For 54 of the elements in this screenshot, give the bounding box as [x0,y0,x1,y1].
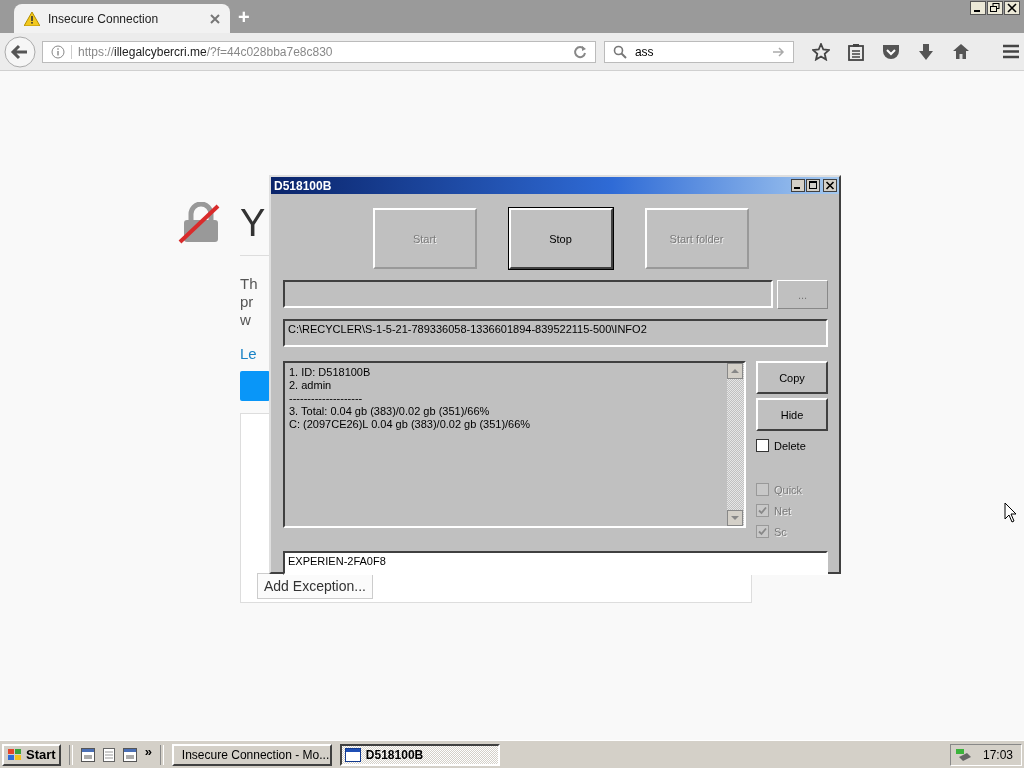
home-icon[interactable] [952,43,970,60]
four-squares-icon [7,747,23,762]
browser-tab[interactable]: Insecure Connection [14,4,230,33]
back-button[interactable] [4,35,36,68]
page-text: w [240,311,251,329]
maximize-icon[interactable] [806,179,820,192]
window-icon [344,746,361,763]
checkbox-icon[interactable] [756,439,769,452]
reload-icon[interactable] [572,44,587,59]
minimize-icon[interactable] [970,1,986,15]
warning-icon [24,11,40,26]
address-field[interactable]: https://illegalcybercri.me/?f=44c028bba7e8c830 [42,40,596,63]
window-icon[interactable] [122,747,137,762]
start-button[interactable]: Start [2,743,61,766]
broken-lock-icon [178,202,222,244]
log-line: C: (2097CE26)L 0.04 gb (383)/0.02 gb (351)/66% [289,418,532,431]
learn-more-link[interactable]: Le [240,345,257,362]
info-icon[interactable] [51,44,65,59]
pocket-icon[interactable] [882,43,900,60]
search-icon [612,44,627,59]
log-line: 1. ID: D518100B [289,366,372,379]
close-icon[interactable] [823,179,837,192]
log-area[interactable]: 1. ID: D518100B 2. admin -------------------- 3. Total: 0.04 gb (383)/0.02 gb (351)/66% C: (2097CE26)L 0.04 gb (383)/0.02 gb (351)/66% [283,361,746,528]
clipboard-icon[interactable] [848,42,864,61]
side-button[interactable]: Copy [756,361,828,394]
clock: 17:03 [982,747,1013,762]
log-line: 2. admin [289,379,333,392]
taskbar-button[interactable]: D518100B [339,743,500,766]
minimize-icon[interactable] [791,179,805,192]
cursor-icon [1004,502,1018,524]
menu-icon[interactable] [1002,44,1020,59]
option-checkbox[interactable]: Delete [756,435,828,456]
restore-icon[interactable] [987,1,1003,15]
star-icon[interactable] [812,42,830,61]
folder-field[interactable] [283,280,773,308]
dialog-title: D518100B [274,178,333,193]
page-text: Th [240,275,258,293]
action-button[interactable]: Stop [508,208,613,269]
page-text: pr [240,293,254,311]
page-title: Y [240,201,266,245]
window-icon[interactable] [80,747,95,762]
add-exception-button[interactable]: Add Exception... [257,573,373,599]
download-icon[interactable] [918,42,934,61]
path-field[interactable]: C:\RECYCLER\S-1-5-21-789336058-1336601894-839522115-500\INFO2 [283,319,828,347]
network-icon[interactable] [954,746,973,763]
notepad-icon[interactable] [102,747,115,762]
log-line: 3. Total: 0.04 gb (383)/0.02 gb (351)/66% [289,405,491,418]
side-button[interactable]: Hide [756,398,828,431]
search-field[interactable]: ass [603,40,794,63]
log-line: -------------------- [289,392,364,405]
name-field[interactable]: EXPERIEN-2FA0F8 [283,551,828,575]
close-icon[interactable] [1004,1,1020,15]
more-button[interactable]: » [144,744,152,759]
taskbar-button[interactable]: Insecure Connection - Mo... [171,743,332,766]
